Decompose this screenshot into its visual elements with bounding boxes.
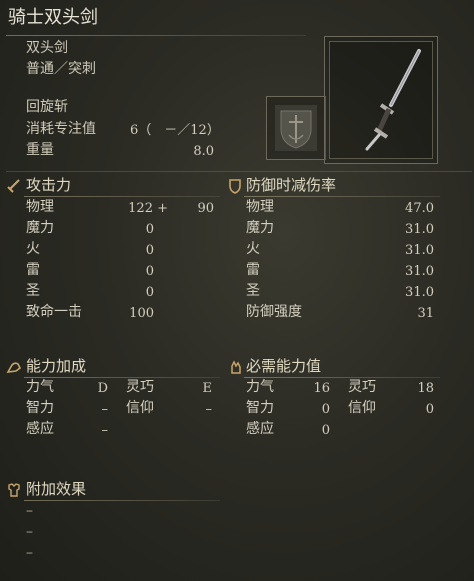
guard-label: 防御强度 (246, 304, 302, 320)
req-str-label: 力气 (246, 379, 274, 395)
req-arc-value: 0 (321, 423, 330, 438)
guard-label: 圣 (246, 283, 260, 299)
attack-label: 致命一击 (26, 304, 82, 320)
scaling-dex-label: 灵巧 (126, 379, 154, 395)
attack-label: 物理 (26, 199, 54, 215)
title-divider (6, 35, 306, 36)
attack-value: 0 (145, 222, 154, 237)
req-dex-label: 灵巧 (348, 379, 376, 395)
sword-crest-icon (275, 105, 317, 151)
attack-value: 0 (145, 285, 154, 300)
guard-label: 雷 (246, 262, 260, 278)
passive-effect: – (26, 503, 33, 519)
attack-bonus: 90 (197, 201, 214, 216)
fp-cost-label: 消耗专注值 (26, 121, 96, 137)
scaling-str-label: 力气 (26, 379, 54, 395)
guard-label: 物理 (246, 199, 274, 215)
guard-header: 防御时减伤率 (246, 176, 337, 194)
attack-label: 雷 (26, 262, 40, 278)
attack-type: 普通／突刺 (26, 61, 96, 77)
arm-icon (6, 362, 22, 373)
passive-header: 附加效果 (26, 480, 87, 498)
guard-value: 31.0 (405, 285, 434, 300)
attack-label: 火 (26, 241, 40, 257)
guard-label: 火 (246, 241, 260, 257)
sword-icon (7, 179, 20, 193)
scaling-header: 能力加成 (26, 357, 87, 375)
passive-effect: – (26, 524, 33, 540)
guard-value: 31.0 (405, 264, 434, 279)
shield-icon (229, 179, 241, 194)
scaling-int-label: 智力 (26, 400, 54, 416)
scaling-arc-value: – (101, 423, 109, 438)
req-arc-label: 感应 (246, 421, 274, 437)
req-dex-value: 18 (417, 381, 434, 396)
section-divider-top (6, 171, 472, 172)
guard-label: 魔力 (246, 220, 274, 236)
passive-effect: – (26, 545, 33, 561)
armor-icon (8, 483, 20, 497)
req-int-label: 智力 (246, 400, 274, 416)
hand-icon (231, 360, 241, 374)
requirements-header: 必需能力值 (246, 357, 322, 375)
attack-value: 122 + (128, 201, 168, 216)
weight-value: 8.0 (193, 144, 214, 159)
guard-value: 31 (417, 306, 434, 321)
scaling-str-value: D (97, 381, 108, 396)
weapon-name: 骑士双头剑 (8, 7, 98, 28)
attack-label: 圣 (26, 283, 40, 299)
scaling-int-value: – (101, 402, 109, 417)
attack-value: 0 (145, 243, 154, 258)
twinblade-icon (365, 49, 421, 151)
ash-of-war-slot (266, 96, 326, 160)
weight-label: 重量 (26, 142, 54, 158)
fp-cost-value: 6（ －／12） (130, 123, 220, 138)
scaling-dex-value: E (202, 381, 213, 396)
scaling-arc-label: 感应 (26, 421, 54, 437)
attack-header: 攻击力 (26, 176, 72, 194)
attack-value: 100 (129, 306, 154, 321)
req-str-value: 16 (313, 381, 330, 396)
guard-value: 47.0 (405, 201, 434, 216)
guard-value: 31.0 (405, 222, 434, 237)
scaling-fai-value: – (205, 402, 213, 417)
req-fai-label: 信仰 (348, 400, 376, 416)
weapon-image-frame (324, 36, 438, 164)
weapon-type: 双头剑 (26, 40, 68, 56)
req-fai-value: 0 (425, 402, 434, 417)
scaling-fai-label: 信仰 (126, 400, 154, 416)
attack-label: 魔力 (26, 220, 54, 236)
skill-name: 回旋斩 (26, 99, 68, 115)
attack-value: 0 (145, 264, 154, 279)
req-int-value: 0 (321, 402, 330, 417)
guard-value: 31.0 (405, 243, 434, 258)
